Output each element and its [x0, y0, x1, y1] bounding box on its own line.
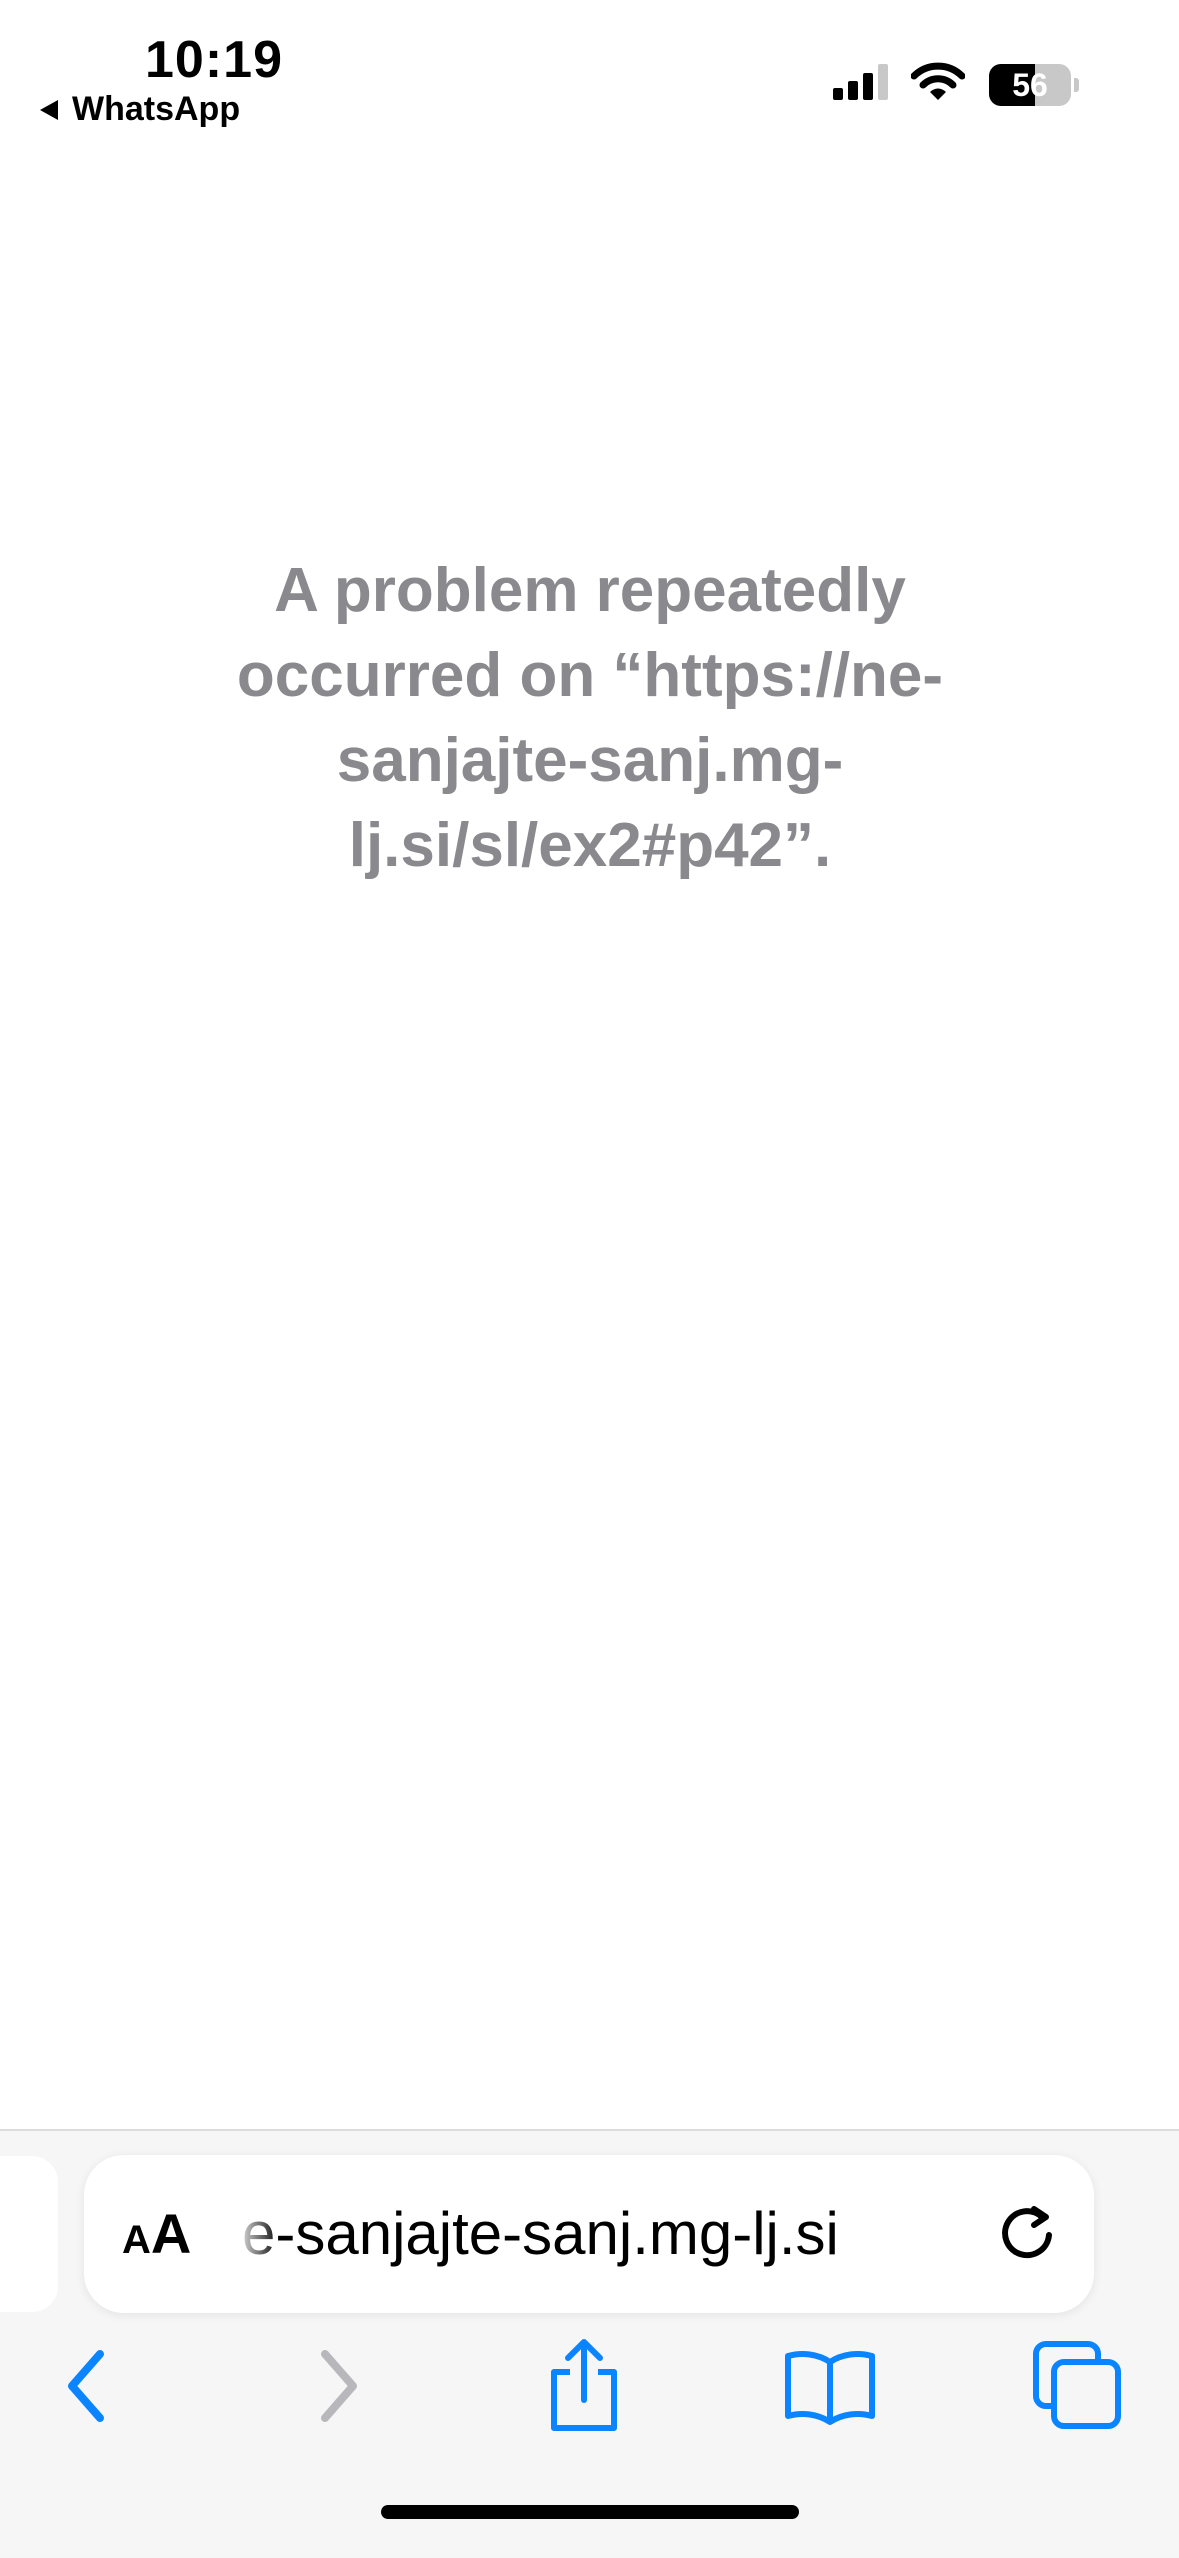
error-message: A problem repeatedly occurred on “https:… — [236, 556, 944, 880]
safari-toolbar — [0, 2318, 1179, 2458]
battery-tip — [1074, 77, 1079, 92]
back-icon — [56, 2346, 116, 2431]
clock: 10:19 — [145, 31, 283, 89]
address-bar[interactable]: AA e-sanjajte-sanj.mg-lj.si — [84, 2155, 1094, 2313]
bookmarks-icon — [782, 2346, 878, 2431]
reload-icon[interactable] — [994, 2201, 1060, 2267]
url-display[interactable]: e-sanjajte-sanj.mg-lj.si — [242, 2155, 982, 2313]
status-bar: 10:19 WhatsApp 56 — [0, 0, 1179, 150]
forward-button[interactable] — [291, 2340, 387, 2436]
home-indicator — [381, 2505, 799, 2519]
tabs-button[interactable] — [1030, 2340, 1126, 2436]
wifi-icon — [910, 62, 966, 107]
back-app-label: WhatsApp — [72, 90, 241, 128]
text-size-big-glyph: A — [150, 2202, 192, 2265]
url-fade-overlay — [234, 2195, 280, 2275]
cellular-signal-icon — [833, 62, 893, 107]
back-to-app-link[interactable]: WhatsApp — [38, 90, 240, 129]
status-icons: 56 — [833, 62, 1079, 107]
battery-level: 56 — [1012, 66, 1048, 103]
share-button[interactable] — [536, 2338, 632, 2439]
previous-tab-preview[interactable] — [0, 2156, 58, 2312]
bookmarks-button[interactable] — [782, 2340, 878, 2436]
back-button[interactable] — [38, 2340, 134, 2436]
share-icon — [544, 2338, 624, 2439]
text-size-small-glyph: A — [122, 2218, 151, 2262]
forward-icon — [309, 2346, 369, 2431]
tabs-icon — [1032, 2340, 1124, 2437]
page-settings-button[interactable]: AA — [122, 2155, 191, 2313]
back-triangle-icon — [38, 98, 60, 122]
battery-indicator: 56 — [989, 63, 1071, 106]
